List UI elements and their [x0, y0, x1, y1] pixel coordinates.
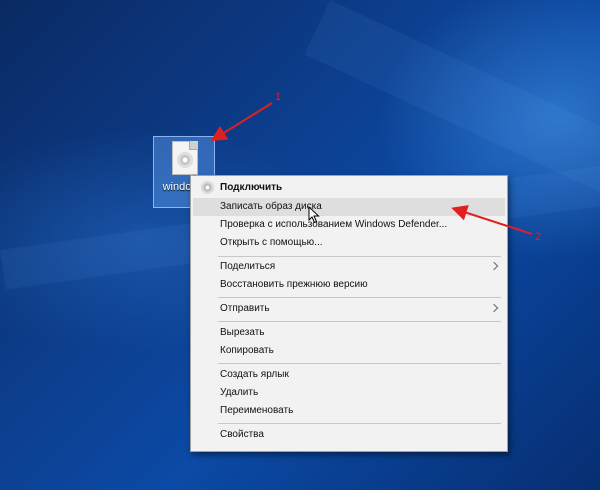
annotation-number-1: 1 [275, 91, 282, 103]
annotation-overlay [210, 102, 533, 235]
annotation-number-2: 2 [535, 231, 542, 243]
annotation-arrow-2 [451, 205, 533, 235]
annotation-arrow-1 [210, 102, 273, 142]
